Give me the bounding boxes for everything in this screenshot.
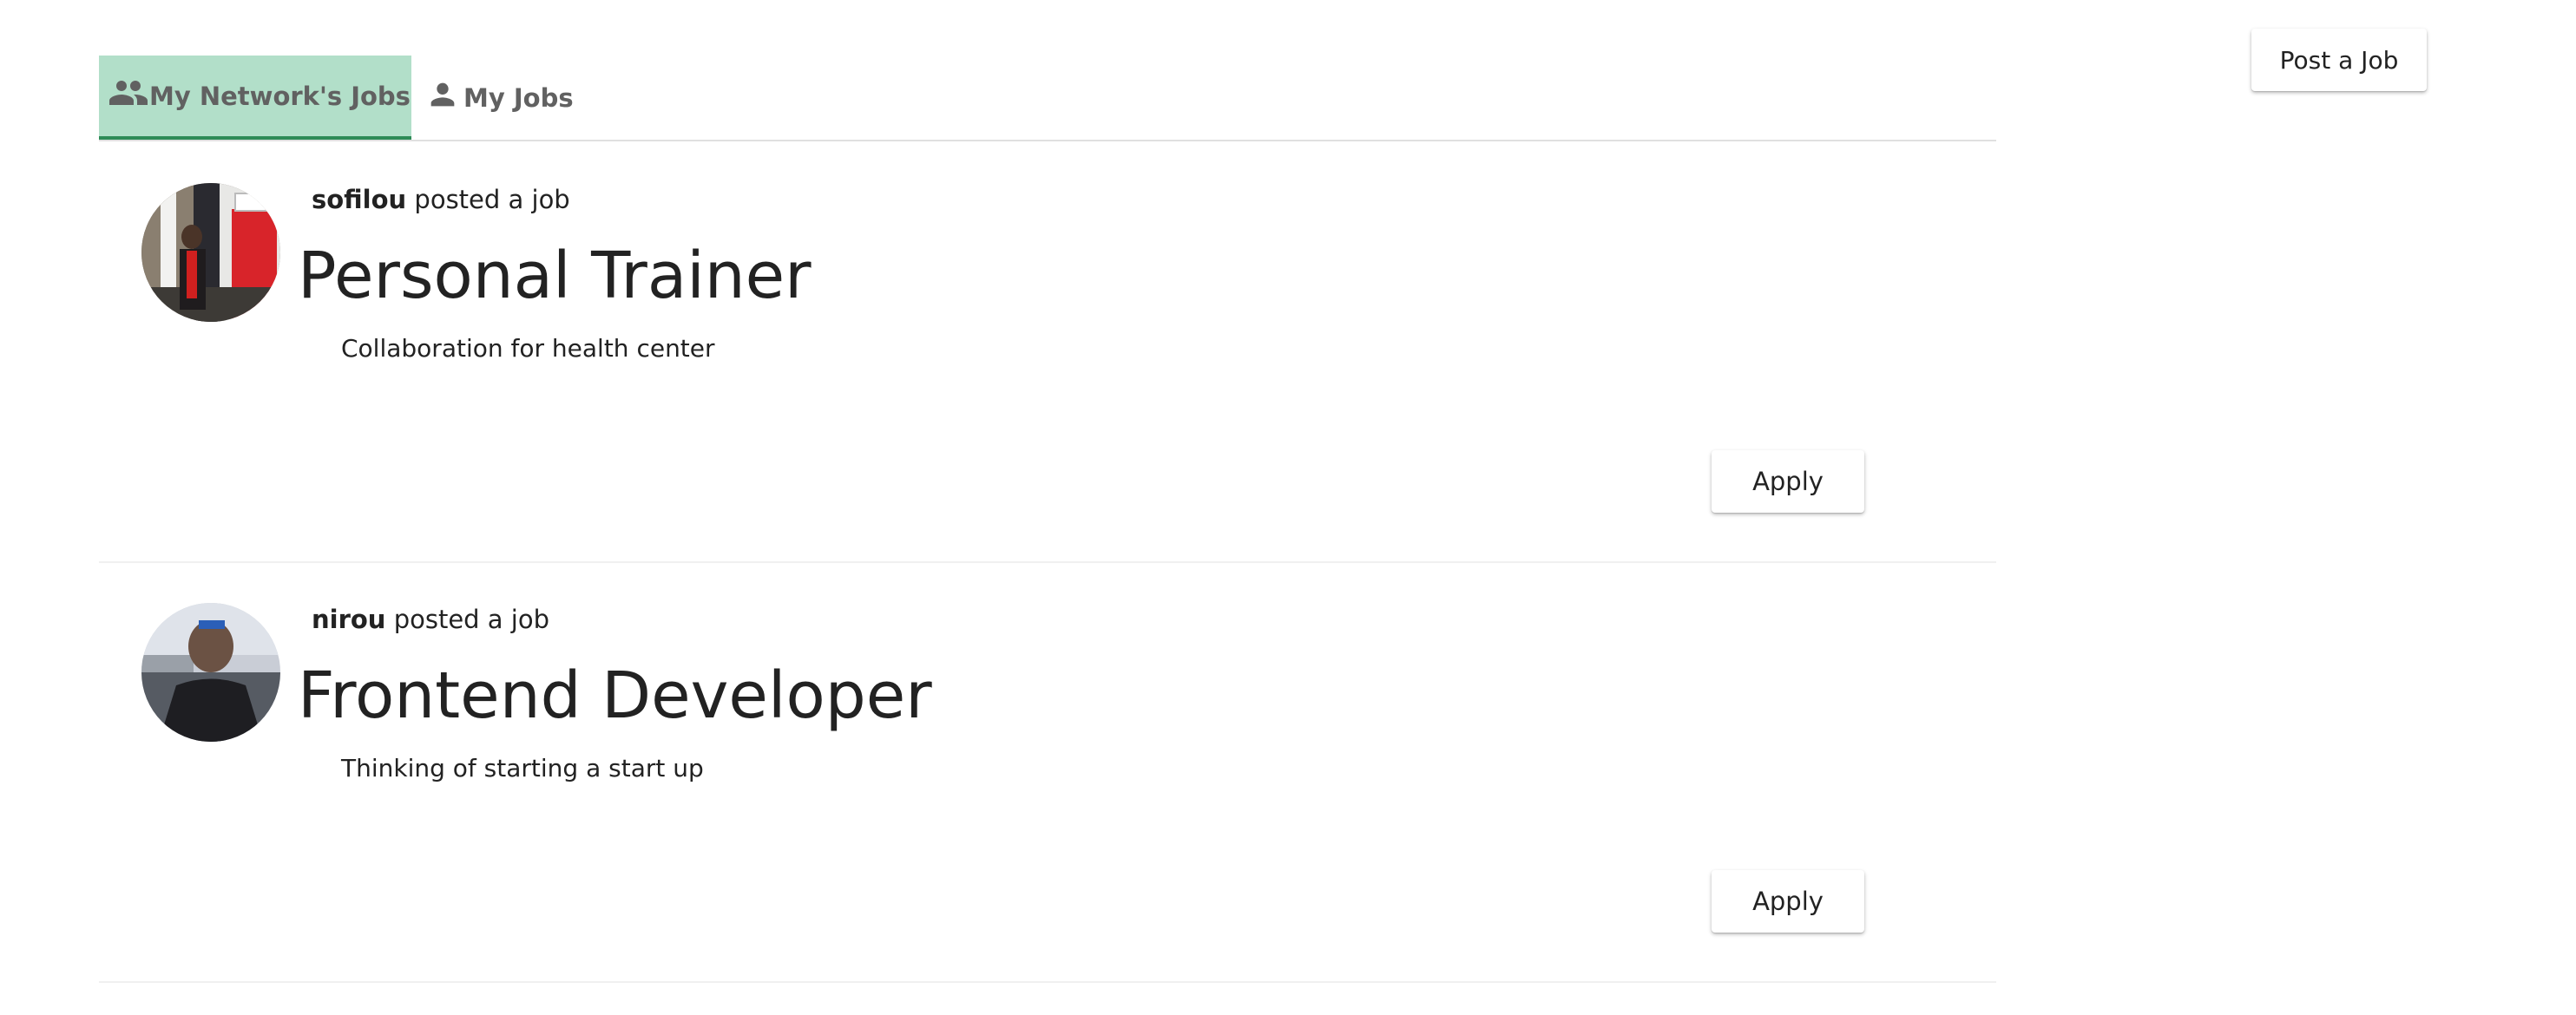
apply-button[interactable]: Apply <box>1712 450 1864 513</box>
poster-line: nirou posted a job <box>312 605 549 634</box>
tab-label: My Jobs <box>463 82 574 113</box>
poster-username[interactable]: sofilou <box>312 185 406 214</box>
apply-button[interactable]: Apply <box>1712 870 1864 933</box>
poster-username[interactable]: nirou <box>312 605 385 634</box>
post-job-button[interactable]: Post a Job <box>2251 29 2427 91</box>
person-icon <box>425 77 463 118</box>
tab-my-networks-jobs[interactable]: My Network's Jobs <box>99 56 411 140</box>
job-card: sofilou posted a job Personal Trainer Co… <box>99 141 1996 563</box>
job-title: Personal Trainer <box>298 239 812 313</box>
job-description: Collaboration for health center <box>341 334 715 363</box>
job-description: Thinking of starting a start up <box>341 754 704 783</box>
poster-action: posted a job <box>393 605 549 634</box>
job-card: nirou posted a job Frontend Developer Th… <box>99 561 1996 983</box>
job-title: Frontend Developer <box>298 658 932 733</box>
people-icon <box>108 72 149 120</box>
job-tabs: My Network's Jobs My Jobs <box>99 56 1996 141</box>
poster-action: posted a job <box>414 185 570 214</box>
avatar[interactable] <box>141 603 280 742</box>
poster-line: sofilou posted a job <box>312 185 570 214</box>
tab-label: My Network's Jobs <box>149 81 411 111</box>
avatar[interactable] <box>141 183 280 322</box>
tab-my-jobs[interactable]: My Jobs <box>422 56 574 140</box>
